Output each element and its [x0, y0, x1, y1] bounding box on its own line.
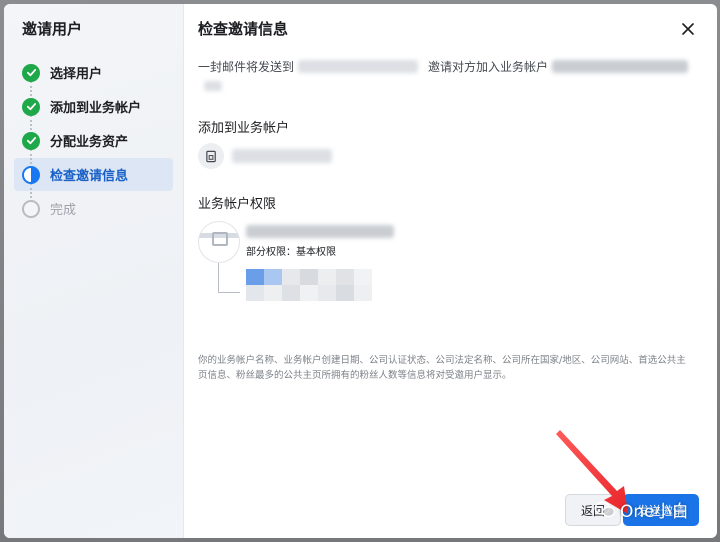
permission-level-text: 部分权限：基本权限 — [246, 247, 336, 258]
wechat-icon — [594, 501, 616, 517]
step-complete: 完成 — [14, 192, 173, 225]
redacted-business-title — [246, 225, 394, 238]
empty-circle-icon — [22, 199, 40, 218]
step-select-users[interactable]: 选择用户 — [14, 56, 173, 89]
business-avatar — [198, 221, 240, 263]
step-connector — [30, 149, 32, 164]
email-notice: 一封邮件将发送到 邀请对方加入业务帐户 — [198, 56, 699, 76]
watermark-text: One小白 — [620, 502, 689, 522]
watermark: One小白 — [594, 497, 689, 522]
tree-connector — [218, 292, 240, 293]
business-account-row — [198, 143, 699, 169]
redacted-email — [298, 59, 419, 73]
step-label: 检查邀请信息 — [50, 169, 129, 184]
email-prefix-text: 一封邮件将发送到 — [198, 59, 295, 74]
step-label: 完成 — [50, 203, 77, 218]
permission-block: 部分权限：基本权限 — [198, 221, 699, 321]
business-permission-label: 业务帐户权限 — [198, 197, 277, 212]
step-label: 添加到业务帐户 — [50, 101, 142, 116]
step-label: 分配业务资产 — [50, 135, 129, 150]
step-assign-assets[interactable]: 分配业务资产 — [14, 124, 173, 157]
step-list: 选择用户 添加到业务帐户 分配业务资产 检查邀请信息 完成 — [14, 56, 173, 225]
tree-connector — [218, 263, 219, 293]
redacted-asset — [246, 269, 372, 301]
redacted-account-name — [232, 149, 332, 163]
invite-text: 邀请对方加入业务帐户 — [428, 59, 549, 74]
step-connector — [30, 183, 32, 198]
invite-user-dialog: 邀请用户 选择用户 添加到业务帐户 分配业务资产 检查邀请信息 完成 检查邀请信… — [4, 4, 717, 538]
sidebar-title: 邀请用户 — [22, 20, 83, 38]
close-button[interactable] — [677, 18, 699, 40]
check-circle-icon — [22, 131, 40, 150]
step-connector — [30, 81, 32, 96]
added-to-business-label: 添加到业务帐户 — [198, 121, 290, 136]
half-circle-icon — [22, 165, 40, 184]
step-label: 选择用户 — [50, 67, 103, 82]
visibility-disclaimer: 你的业务帐户名称、业务帐户创建日期、公司认证状态、公司法定名称、公司所在国家/地… — [198, 355, 686, 381]
panel-title: 检查邀请信息 — [198, 20, 289, 38]
redacted-overflow — [204, 81, 222, 91]
redacted-business-name — [552, 59, 689, 73]
check-circle-icon — [22, 63, 40, 82]
business-account-icon — [198, 143, 224, 169]
step-connector — [30, 115, 32, 130]
step-review-invite[interactable]: 检查邀请信息 — [14, 158, 173, 191]
step-sidebar: 邀请用户 选择用户 添加到业务帐户 分配业务资产 检查邀请信息 完成 — [4, 4, 184, 538]
close-icon — [682, 23, 694, 35]
review-panel: 检查邀请信息 一封邮件将发送到 邀请对方加入业务帐户 添加到业务帐户 业务帐户权… — [184, 4, 717, 538]
check-circle-icon — [22, 97, 40, 116]
step-add-to-business[interactable]: 添加到业务帐户 — [14, 90, 173, 123]
briefcase-icon — [212, 232, 228, 246]
